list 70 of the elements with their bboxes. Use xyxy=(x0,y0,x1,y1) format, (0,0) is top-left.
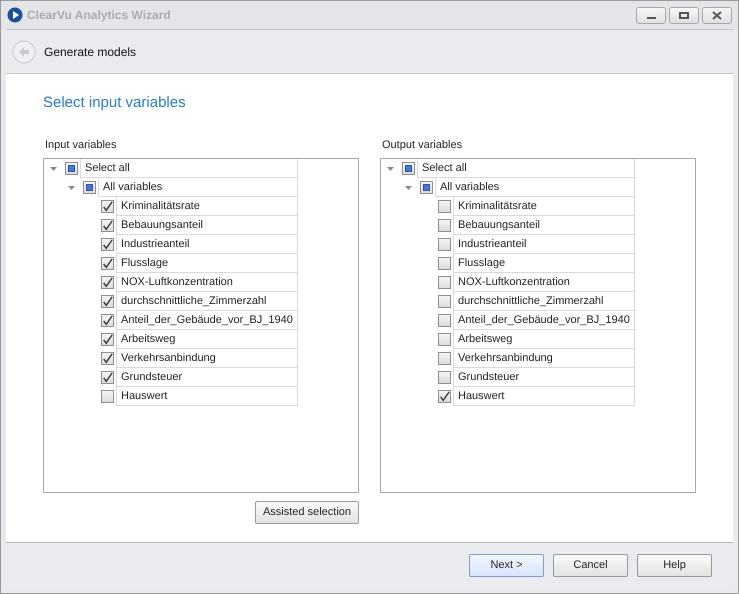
tree-item-label: Flusslage xyxy=(453,254,635,273)
dialog-button[interactable]: Help xyxy=(637,554,712,577)
expand-arrow-icon[interactable] xyxy=(404,184,412,191)
checkbox[interactable] xyxy=(100,371,114,384)
checkbox[interactable] xyxy=(438,333,450,346)
expand-arrow-icon[interactable] xyxy=(386,165,394,172)
tree-item-label: Verkehrsanbindung xyxy=(453,349,635,368)
tree-item-label: Select all xyxy=(417,159,635,178)
checkbox[interactable] xyxy=(438,200,450,213)
checkbox[interactable] xyxy=(100,200,114,213)
checkbox[interactable] xyxy=(420,181,432,194)
window-title: ClearVu Analytics Wizard xyxy=(27,7,171,24)
checkbox[interactable] xyxy=(438,295,450,308)
tree-item-label: NOX-Luftkonzentration xyxy=(453,273,635,292)
checkbox[interactable] xyxy=(438,371,450,384)
tree-item-label: All variables xyxy=(98,178,298,197)
checkbox[interactable] xyxy=(438,219,450,232)
tree-item-label: Industrieanteil xyxy=(116,235,298,254)
checkbox[interactable] xyxy=(438,238,450,251)
tree-item-label: Anteil_der_Gebäude_vor_BJ_1940 xyxy=(453,311,635,330)
tree-item-label: Hauswert xyxy=(116,387,298,406)
checkbox[interactable] xyxy=(402,162,414,175)
tree-item-label: Bebauungsanteil xyxy=(453,216,635,235)
tree-item-label: Arbeitsweg xyxy=(453,330,635,349)
panel-label: Input variables xyxy=(44,138,118,152)
app-logo-icon xyxy=(7,7,23,23)
checkbox[interactable] xyxy=(438,390,450,403)
checkbox[interactable] xyxy=(100,219,114,232)
checkbox[interactable] xyxy=(100,295,114,308)
checkbox[interactable] xyxy=(100,257,114,270)
tree-item-label: Grundsteuer xyxy=(116,368,298,387)
close-button[interactable] xyxy=(702,6,732,24)
checkbox[interactable] xyxy=(438,314,450,327)
tree-item-label: Industrieanteil xyxy=(453,235,635,254)
tree-item-label: Bebauungsanteil xyxy=(116,216,298,235)
tree-item-label: durchschnittliche_Zimmerzahl xyxy=(453,292,635,311)
checkbox[interactable] xyxy=(100,333,114,346)
tree-item-label: Kriminalitätsrate xyxy=(453,197,635,216)
tree-item-label: Hauswert xyxy=(453,387,635,406)
tree-item-label: Verkehrsanbindung xyxy=(116,349,298,368)
close-icon xyxy=(712,10,722,20)
checkbox[interactable] xyxy=(100,352,114,365)
tree-item-label: Anteil_der_Gebäude_vor_BJ_1940 xyxy=(116,311,298,330)
checkbox[interactable] xyxy=(438,276,450,289)
tree-item-label: durchschnittliche_Zimmerzahl xyxy=(116,292,298,311)
dialog-button[interactable]: Cancel xyxy=(553,554,628,577)
tree-item-label: Select all xyxy=(80,159,298,178)
dialog-button[interactable]: Next > xyxy=(469,554,544,577)
tree-item-label: Kriminalitätsrate xyxy=(116,197,298,216)
tree-item-label: All variables xyxy=(435,178,635,197)
page-title: Generate models xyxy=(44,44,136,60)
expand-arrow-icon[interactable] xyxy=(68,184,74,191)
tree-item-label: Arbeitsweg xyxy=(116,330,298,349)
checkbox[interactable] xyxy=(100,276,114,289)
checkbox[interactable] xyxy=(100,238,114,251)
checkbox[interactable] xyxy=(438,352,450,365)
checkbox[interactable] xyxy=(64,162,78,175)
maximize-button[interactable] xyxy=(669,6,699,24)
tree-item-label: Grundsteuer xyxy=(453,368,635,387)
assisted-selection-button[interactable]: Assisted selection xyxy=(254,501,359,524)
checkbox[interactable] xyxy=(100,314,114,327)
expand-arrow-icon[interactable] xyxy=(50,165,56,172)
minimize-button[interactable] xyxy=(636,6,666,24)
panel-label: Output variables xyxy=(381,138,464,152)
checkbox[interactable] xyxy=(438,257,450,270)
tree-item-label: Flusslage xyxy=(116,254,298,273)
tree-item-label: NOX-Luftkonzentration xyxy=(116,273,298,292)
section-heading: Select input variables xyxy=(43,93,187,113)
checkbox[interactable] xyxy=(82,181,96,194)
checkbox[interactable] xyxy=(100,390,114,403)
